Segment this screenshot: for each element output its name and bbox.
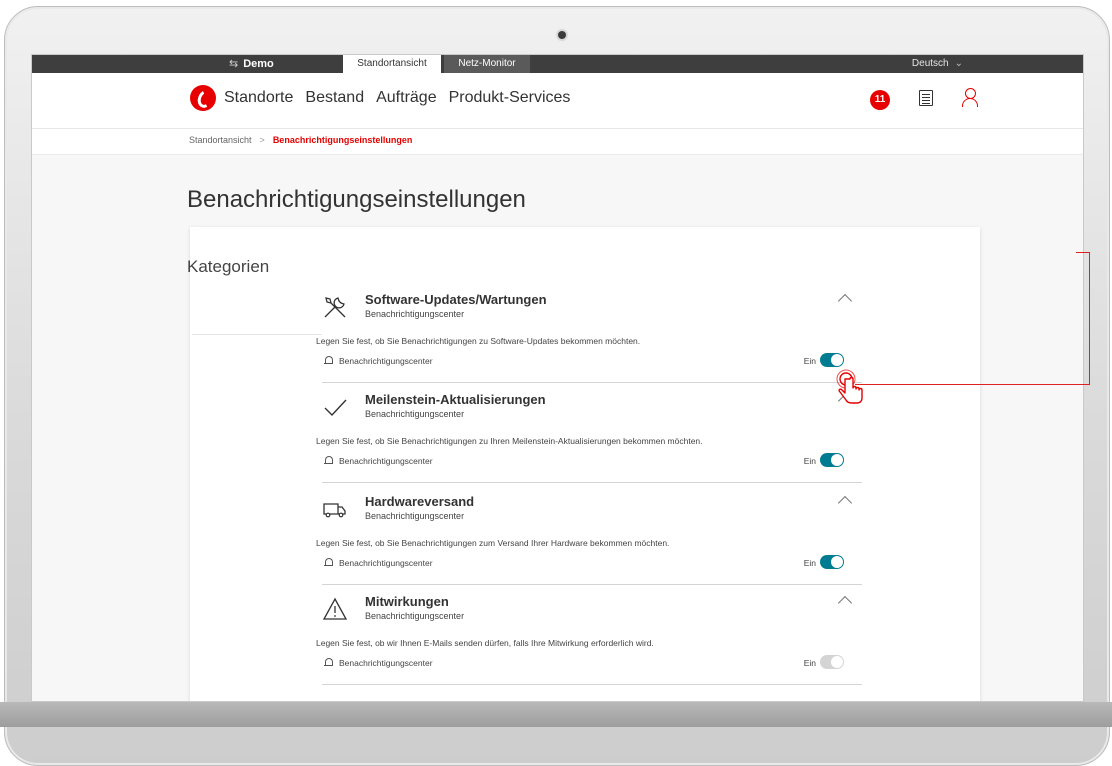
breadcrumb-current: Benachrichtigungseinstellungen	[272, 135, 413, 145]
language-label: Deutsch	[911, 58, 949, 69]
divider	[192, 325, 322, 335]
breadcrumb: Standortansicht > Benachrichtigungseinstel…	[189, 135, 412, 145]
nav-item-bestand[interactable]: Bestand	[305, 87, 364, 109]
chevron-down-icon: ⌄	[954, 58, 963, 69]
demo-label: Demo	[243, 58, 274, 70]
channel-label: Benachrichtigungscenter	[339, 356, 433, 366]
language-select[interactable]: Deutsch ⌄	[912, 55, 963, 73]
section-title: Meilenstein-Aktualisierungen	[365, 392, 546, 407]
top-bar: ⇆ Demo Standortansicht Netz-Monitor Deuts…	[32, 55, 1083, 73]
toggle-meilenstein[interactable]	[820, 453, 844, 467]
toggle-label: Ein	[803, 456, 816, 466]
page-title: Benachrichtigungseinstellungen	[187, 186, 526, 213]
swap-arrows-icon: ⇆	[229, 58, 239, 70]
bell-icon	[324, 558, 333, 567]
chevron-up-icon[interactable]	[837, 293, 853, 309]
calendar-icon[interactable]	[919, 90, 933, 106]
section-subtitle: Benachrichtigungscenter	[365, 409, 465, 419]
main-nav: Standorte Bestand Aufträge Produkt-Servi…	[32, 73, 1083, 129]
section-description: Legen Sie fest, ob Sie Benachrichtigunge…	[316, 436, 703, 446]
user-icon[interactable]	[962, 88, 978, 108]
section-description: Legen Sie fest, ob Sie Benachrichtigunge…	[316, 336, 641, 346]
webcam	[558, 31, 566, 39]
bell-icon	[324, 456, 333, 465]
browser-screen: ⇆ Demo Standortansicht Netz-Monitor Deuts…	[31, 54, 1084, 702]
channel-label: Benachrichtigungscenter	[339, 456, 433, 466]
section-description: Legen Sie fest, ob wir Ihnen E-Mails sen…	[316, 638, 654, 648]
section-description: Legen Sie fest, ob Sie Benachrichtigunge…	[316, 538, 670, 548]
toggle-label: Ein	[803, 356, 816, 366]
toggle-hardwareversand[interactable]	[820, 555, 844, 569]
section-subtitle: Benachrichtigungscenter	[365, 611, 465, 621]
section-title: Hardwareversand	[365, 494, 475, 509]
pointer-hand-icon	[836, 369, 863, 404]
bell-icon	[324, 356, 333, 365]
nav-item-standorte[interactable]: Standorte	[224, 87, 293, 109]
nav-item-produkt-services[interactable]: Produkt-Services	[449, 87, 571, 109]
tab-netz-monitor[interactable]: Netz-Monitor	[444, 55, 530, 73]
section-hardwareversand: Hardwareversand Benachrichtigungscenter …	[316, 490, 862, 585]
bell-icon	[324, 658, 333, 667]
toggle-label: Ein	[803, 658, 816, 668]
toggle-software-updates[interactable]	[820, 353, 844, 367]
section-subtitle: Benachrichtigungscenter	[365, 309, 465, 319]
warning-icon	[322, 597, 348, 620]
categories-heading: Kategorien	[187, 257, 270, 276]
callout-line	[855, 384, 1090, 385]
toggle-mitwirkungen[interactable]	[820, 655, 844, 669]
section-subtitle: Benachrichtigungscenter	[365, 511, 465, 521]
notification-badge[interactable]: 11	[870, 90, 890, 110]
chevron-right-icon: >	[259, 135, 265, 145]
callout-line	[1089, 253, 1090, 385]
section-title: Mitwirkungen	[365, 594, 449, 609]
checkmark-icon	[324, 399, 347, 417]
toggle-label: Ein	[803, 558, 816, 568]
channel-label: Benachrichtigungscenter	[339, 558, 433, 568]
channel-label: Benachrichtigungscenter	[339, 658, 433, 668]
laptop-base	[0, 702, 1112, 727]
tab-standortansicht[interactable]: Standortansicht	[343, 55, 441, 73]
section-title: Software-Updates/Wartungen	[365, 292, 547, 307]
section-software-updates: Software-Updates/Wartungen Benachrichtig…	[316, 288, 862, 383]
delivery-truck-icon	[323, 503, 346, 518]
demo-switch[interactable]: ⇆ Demo	[229, 55, 274, 73]
nav-item-auftraege[interactable]: Aufträge	[376, 87, 436, 109]
section-meilenstein: Meilenstein-Aktualisierungen Benachricht…	[316, 388, 862, 483]
tools-icon	[324, 297, 346, 318]
chevron-up-icon[interactable]	[837, 495, 853, 511]
section-mitwirkungen: Mitwirkungen Benachrichtigungscenter Leg…	[316, 590, 862, 685]
nav-items: Standorte Bestand Aufträge Produkt-Servi…	[224, 87, 570, 109]
callout-line	[1076, 252, 1090, 253]
breadcrumb-parent[interactable]: Standortansicht	[189, 135, 252, 145]
chevron-up-icon[interactable]	[837, 595, 853, 611]
vodafone-logo-icon[interactable]	[190, 85, 216, 111]
